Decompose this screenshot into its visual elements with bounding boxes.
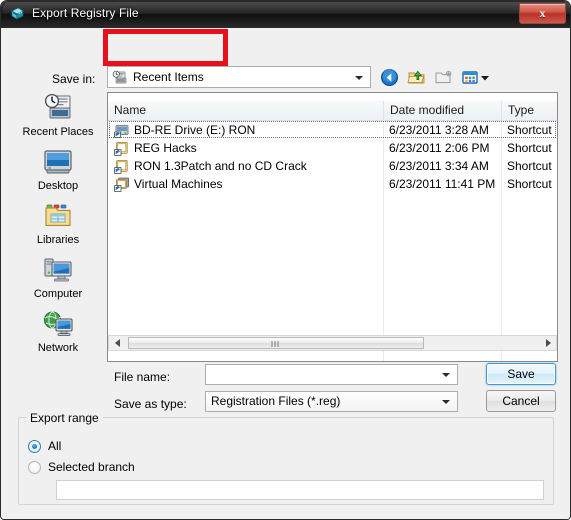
places-bar: Recent Places Desktop Libraries Computer… (12, 92, 104, 360)
recent-items-icon (112, 70, 128, 86)
sidebar-item-network[interactable]: Network (12, 308, 104, 362)
close-icon: x (539, 6, 546, 20)
file-type-cell: Shortcut (507, 159, 552, 173)
shortcut-folder-icon (114, 160, 128, 174)
sidebar-item-label: Network (37, 342, 79, 354)
triangle-left-icon (114, 339, 120, 347)
save-in-value: Recent Items (133, 70, 204, 84)
registry-editor-icon (10, 6, 27, 23)
network-icon (44, 311, 73, 337)
selected-branch-input[interactable] (56, 480, 544, 500)
libraries-icon (42, 200, 74, 232)
column-header-name[interactable]: Name (108, 101, 383, 120)
file-date-cell: 6/23/2011 2:06 PM (389, 141, 490, 155)
chevron-down-icon[interactable] (442, 373, 450, 377)
views-icon[interactable] (460, 67, 492, 88)
file-type-cell: Shortcut (507, 177, 552, 191)
scroll-right-button[interactable] (540, 336, 556, 350)
sidebar-item-libraries[interactable]: Libraries (12, 200, 104, 254)
computer-icon (44, 258, 72, 282)
cancel-button-label: Cancel (502, 394, 540, 408)
radio-option-all[interactable]: All (28, 439, 61, 453)
recent-places-icon (42, 92, 74, 124)
up-folder-icon[interactable] (406, 67, 427, 88)
column-header-date-modified[interactable]: Date modified (383, 101, 501, 120)
file-name-label: File name: (114, 370, 171, 384)
export-range-title: Export range (26, 411, 103, 425)
file-date-cell: 6/23/2011 11:41 PM (389, 177, 496, 191)
file-date-cell: 6/23/2011 3:28 AM (389, 123, 489, 137)
desktop-icon (42, 146, 74, 178)
file-list[interactable]: Name Date modified Type BD-RE Drive (E:)… (107, 92, 558, 362)
shortcut-virtual-machine-icon (114, 177, 129, 192)
file-date-cell: 6/23/2011 3:34 AM (389, 159, 489, 173)
sidebar-item-computer[interactable]: Computer (12, 254, 104, 308)
window-title: Export Registry File (32, 6, 139, 20)
file-name-cell: RON 1.3Patch and no CD Crack (114, 157, 307, 175)
file-name-input[interactable] (205, 364, 458, 385)
sidebar-item-label: Libraries (36, 234, 80, 246)
table-row[interactable]: Virtual Machines 6/23/2011 11:41 PM Shor… (108, 175, 557, 193)
save-button[interactable]: Save (486, 363, 556, 385)
file-type-cell: Shortcut (507, 141, 552, 155)
close-button[interactable]: x (519, 3, 566, 24)
file-type-cell: Shortcut (507, 123, 552, 137)
triangle-right-icon (545, 339, 551, 347)
save-as-type-combobox[interactable]: Registration Files (*.reg) (205, 391, 458, 412)
file-name-cell: BD-RE Drive (E:) RON (114, 121, 255, 139)
sidebar-item-recent-places[interactable]: Recent Places (12, 92, 104, 146)
title-bar: Export Registry File x (1, 1, 570, 28)
table-row[interactable]: REG Hacks 6/23/2011 2:06 PM Shortcut (108, 139, 557, 157)
chevron-down-icon[interactable] (442, 400, 450, 404)
file-name-cell: Virtual Machines (114, 175, 223, 193)
export-registry-file-dialog: Export Registry File x Save in: Recent I… (0, 0, 571, 520)
dialog-body: Save in: Recent Items Recent Places Desk… (2, 28, 570, 519)
sidebar-item-label: Desktop (37, 180, 79, 192)
file-name-text: REG Hacks (134, 141, 197, 155)
shortcut-drive-icon (114, 125, 129, 138)
chevron-down-icon[interactable] (355, 76, 363, 80)
file-name-text: RON 1.3Patch and no CD Crack (134, 159, 307, 173)
back-arrow-icon[interactable] (379, 67, 400, 88)
radio-option-selected-branch[interactable]: Selected branch (28, 460, 135, 474)
table-row[interactable]: BD-RE Drive (E:) RON 6/23/2011 3:28 AM S… (108, 121, 557, 139)
file-name-cell: REG Hacks (114, 139, 197, 157)
radio-button-icon[interactable] (28, 439, 41, 453)
scrollbar-grip-icon (271, 341, 281, 347)
new-folder-icon (433, 67, 454, 88)
shortcut-folder-icon (114, 142, 128, 156)
scrollbar-thumb[interactable] (128, 337, 424, 349)
scroll-left-button[interactable] (109, 336, 125, 350)
save-in-combobox[interactable]: Recent Items (107, 66, 371, 88)
navigation-toolbar (379, 66, 492, 88)
save-as-type-label: Save as type: (114, 397, 187, 411)
radio-label: All (48, 439, 62, 453)
sort-ascending-icon (142, 30, 152, 34)
table-row[interactable]: RON 1.3Patch and no CD Crack 6/23/2011 3… (108, 157, 557, 175)
horizontal-scrollbar[interactable] (108, 335, 557, 351)
sidebar-item-desktop[interactable]: Desktop (12, 146, 104, 200)
file-name-text: BD-RE Drive (E:) RON (134, 123, 256, 137)
radio-button-icon[interactable] (28, 460, 41, 474)
cancel-button[interactable]: Cancel (486, 390, 556, 412)
save-as-type-value: Registration Files (*.reg) (211, 394, 341, 408)
file-name-text: Virtual Machines (134, 177, 223, 191)
screenshot-root: Export Registry File x Save in: Recent I… (0, 0, 571, 520)
save-in-label: Save in: (52, 72, 96, 86)
file-list-header: Name Date modified Type (108, 101, 557, 121)
sidebar-item-label: Computer (33, 288, 83, 300)
radio-label: Selected branch (48, 460, 135, 474)
column-header-type[interactable]: Type (501, 101, 557, 120)
save-button-label: Save (507, 367, 535, 381)
sidebar-item-label: Recent Places (22, 126, 94, 138)
file-list-rows: BD-RE Drive (E:) RON 6/23/2011 3:28 AM S… (108, 121, 557, 193)
